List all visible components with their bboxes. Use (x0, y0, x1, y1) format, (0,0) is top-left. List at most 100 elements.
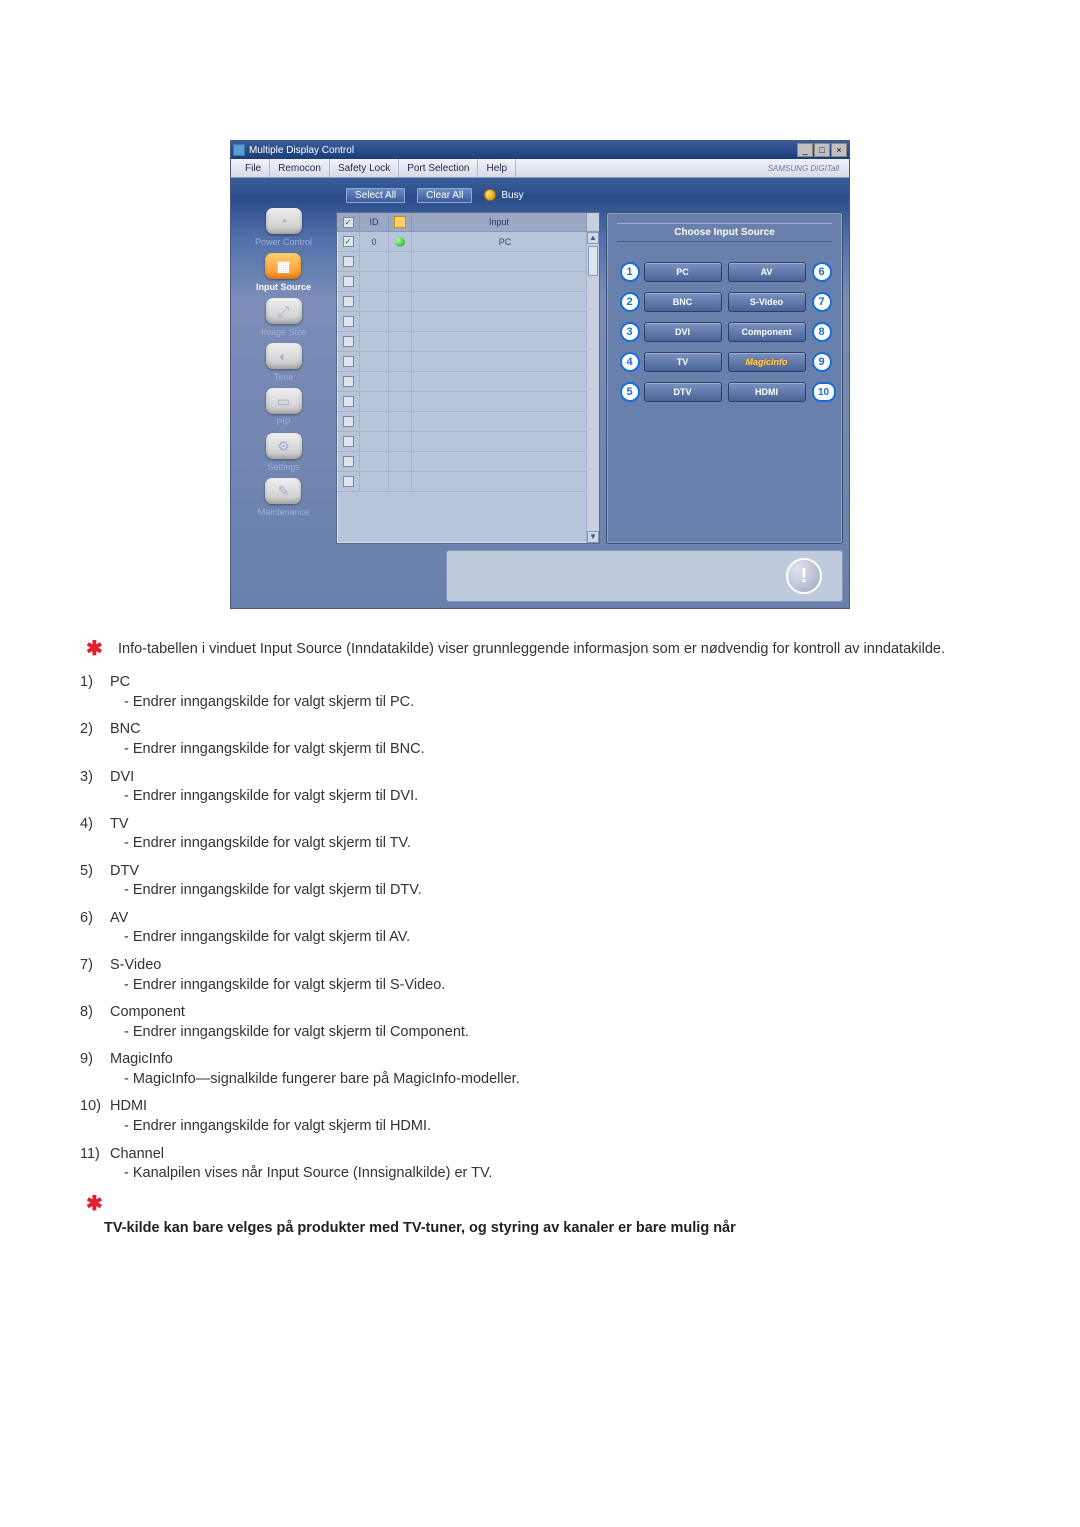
checkbox-icon[interactable] (343, 416, 354, 427)
select-all-button[interactable]: Select All (346, 188, 405, 203)
table-row[interactable] (337, 332, 599, 352)
list-item: 5)DTV- Endrer inngangskilde for valgt sk… (80, 862, 1040, 901)
maintenance-icon: ✎ (265, 478, 301, 504)
table-row[interactable] (337, 352, 599, 372)
table-row[interactable] (337, 432, 599, 452)
row-checkbox[interactable] (337, 452, 360, 471)
col-input[interactable]: Input (412, 213, 587, 231)
list-number: 7) (80, 956, 93, 976)
source-button-component[interactable]: Component (728, 322, 806, 342)
footnote-star: ✱ (86, 1194, 1040, 1214)
table-row[interactable] (337, 372, 599, 392)
minimize-button[interactable]: _ (797, 143, 813, 157)
source-button-av[interactable]: AV (728, 262, 806, 282)
power-icon: ◔ (266, 208, 302, 234)
scroll-thumb[interactable] (588, 246, 598, 276)
table-row[interactable] (337, 292, 599, 312)
clear-all-button[interactable]: Clear All (417, 188, 472, 203)
list-number: 8) (80, 1003, 93, 1023)
sidebar-item-power-control[interactable]: ◔ Power Control (255, 208, 312, 247)
checkbox-icon[interactable] (343, 376, 354, 387)
sidebar-item-time[interactable]: ◐ Time (266, 343, 302, 382)
source-button-dvi[interactable]: DVI (644, 322, 722, 342)
sidebar-item-input-source[interactable]: ▦ Input Source (256, 253, 311, 292)
close-button[interactable]: × (831, 143, 847, 157)
table-row[interactable] (337, 392, 599, 412)
checkbox-icon[interactable] (343, 276, 354, 287)
sidebar-item-pip[interactable]: ▭ PIP (266, 388, 302, 427)
checkbox-icon[interactable] (343, 476, 354, 487)
checkbox-icon[interactable] (343, 356, 354, 367)
row-input (412, 332, 599, 351)
app-screenshot: Multiple Display Control _ □ × File Remo… (230, 140, 850, 609)
source-button-hdmi[interactable]: HDMI (728, 382, 806, 402)
source-button-dtv[interactable]: DTV (644, 382, 722, 402)
row-checkbox[interactable] (337, 332, 360, 351)
col-check[interactable]: ✓ (337, 213, 360, 231)
list-number: 5) (80, 862, 93, 882)
row-checkbox[interactable] (337, 292, 360, 311)
list-desc: - Endrer inngangskilde for valgt skjerm … (124, 928, 1040, 948)
checkbox-icon[interactable]: ✓ (343, 236, 354, 247)
menu-remocon[interactable]: Remocon (270, 159, 330, 177)
row-input (412, 432, 599, 451)
table-row[interactable] (337, 452, 599, 472)
source-button-pc[interactable]: PC (644, 262, 722, 282)
checkbox-icon[interactable] (343, 456, 354, 467)
window-title: Multiple Display Control (249, 145, 354, 156)
table-row[interactable]: ✓0PC (337, 232, 599, 252)
table-row[interactable] (337, 272, 599, 292)
source-button-s-video[interactable]: S-Video (728, 292, 806, 312)
menu-safety-lock[interactable]: Safety Lock (330, 159, 399, 177)
sidebar-item-image-size[interactable]: ⤢ Image Size (261, 298, 306, 337)
row-checkbox[interactable] (337, 392, 360, 411)
row-input (412, 252, 599, 271)
row-checkbox[interactable] (337, 352, 360, 371)
checkbox-icon[interactable] (343, 336, 354, 347)
row-checkbox[interactable]: ✓ (337, 232, 360, 251)
row-checkbox[interactable] (337, 472, 360, 491)
menu-help[interactable]: Help (478, 159, 516, 177)
time-icon: ◐ (266, 343, 302, 369)
checkbox-icon[interactable] (343, 296, 354, 307)
row-checkbox[interactable] (337, 432, 360, 451)
list-number: 3) (80, 768, 93, 788)
list-title: PC (110, 673, 1040, 693)
table-row[interactable] (337, 252, 599, 272)
col-id[interactable]: ID (360, 213, 389, 231)
source-button-bnc[interactable]: BNC (644, 292, 722, 312)
row-checkbox[interactable] (337, 272, 360, 291)
row-checkbox[interactable] (337, 372, 360, 391)
menu-file[interactable]: File (237, 159, 270, 177)
callout-badge: 9 (812, 352, 832, 372)
row-checkbox[interactable] (337, 412, 360, 431)
sidebar-item-settings[interactable]: ⚙ Settings (266, 433, 302, 472)
scroll-up-button[interactable]: ▲ (587, 232, 599, 244)
list-item: 6)AV- Endrer inngangskilde for valgt skj… (80, 909, 1040, 948)
source-button-magicinfo[interactable]: MagicInfo (728, 352, 806, 372)
table-row[interactable] (337, 472, 599, 492)
list-item: 10)HDMI- Endrer inngangskilde for valgt … (80, 1097, 1040, 1136)
table-row[interactable] (337, 412, 599, 432)
checkbox-icon[interactable] (343, 396, 354, 407)
list-title: MagicInfo (110, 1050, 1040, 1070)
busy-indicator: Busy (484, 189, 523, 201)
row-id (360, 472, 389, 491)
maximize-button[interactable]: □ (814, 143, 830, 157)
checkbox-icon[interactable] (343, 316, 354, 327)
row-checkbox[interactable] (337, 312, 360, 331)
checkbox-icon[interactable] (343, 256, 354, 267)
row-id (360, 312, 389, 331)
row-checkbox[interactable] (337, 252, 360, 271)
list-desc: - Kanalpilen vises når Input Source (Inn… (124, 1164, 1040, 1184)
menu-port-selection[interactable]: Port Selection (399, 159, 478, 177)
scroll-down-button[interactable]: ▼ (587, 531, 599, 543)
source-button-tv[interactable]: TV (644, 352, 722, 372)
table-row[interactable] (337, 312, 599, 332)
sidebar-item-maintenance[interactable]: ✎ Maintenance (258, 478, 310, 517)
table-scrollbar[interactable]: ▲ ▼ (586, 232, 599, 543)
checkbox-icon[interactable] (343, 436, 354, 447)
row-status (389, 372, 412, 391)
callout-badge: 3 (620, 322, 640, 342)
col-status[interactable] (389, 213, 412, 231)
